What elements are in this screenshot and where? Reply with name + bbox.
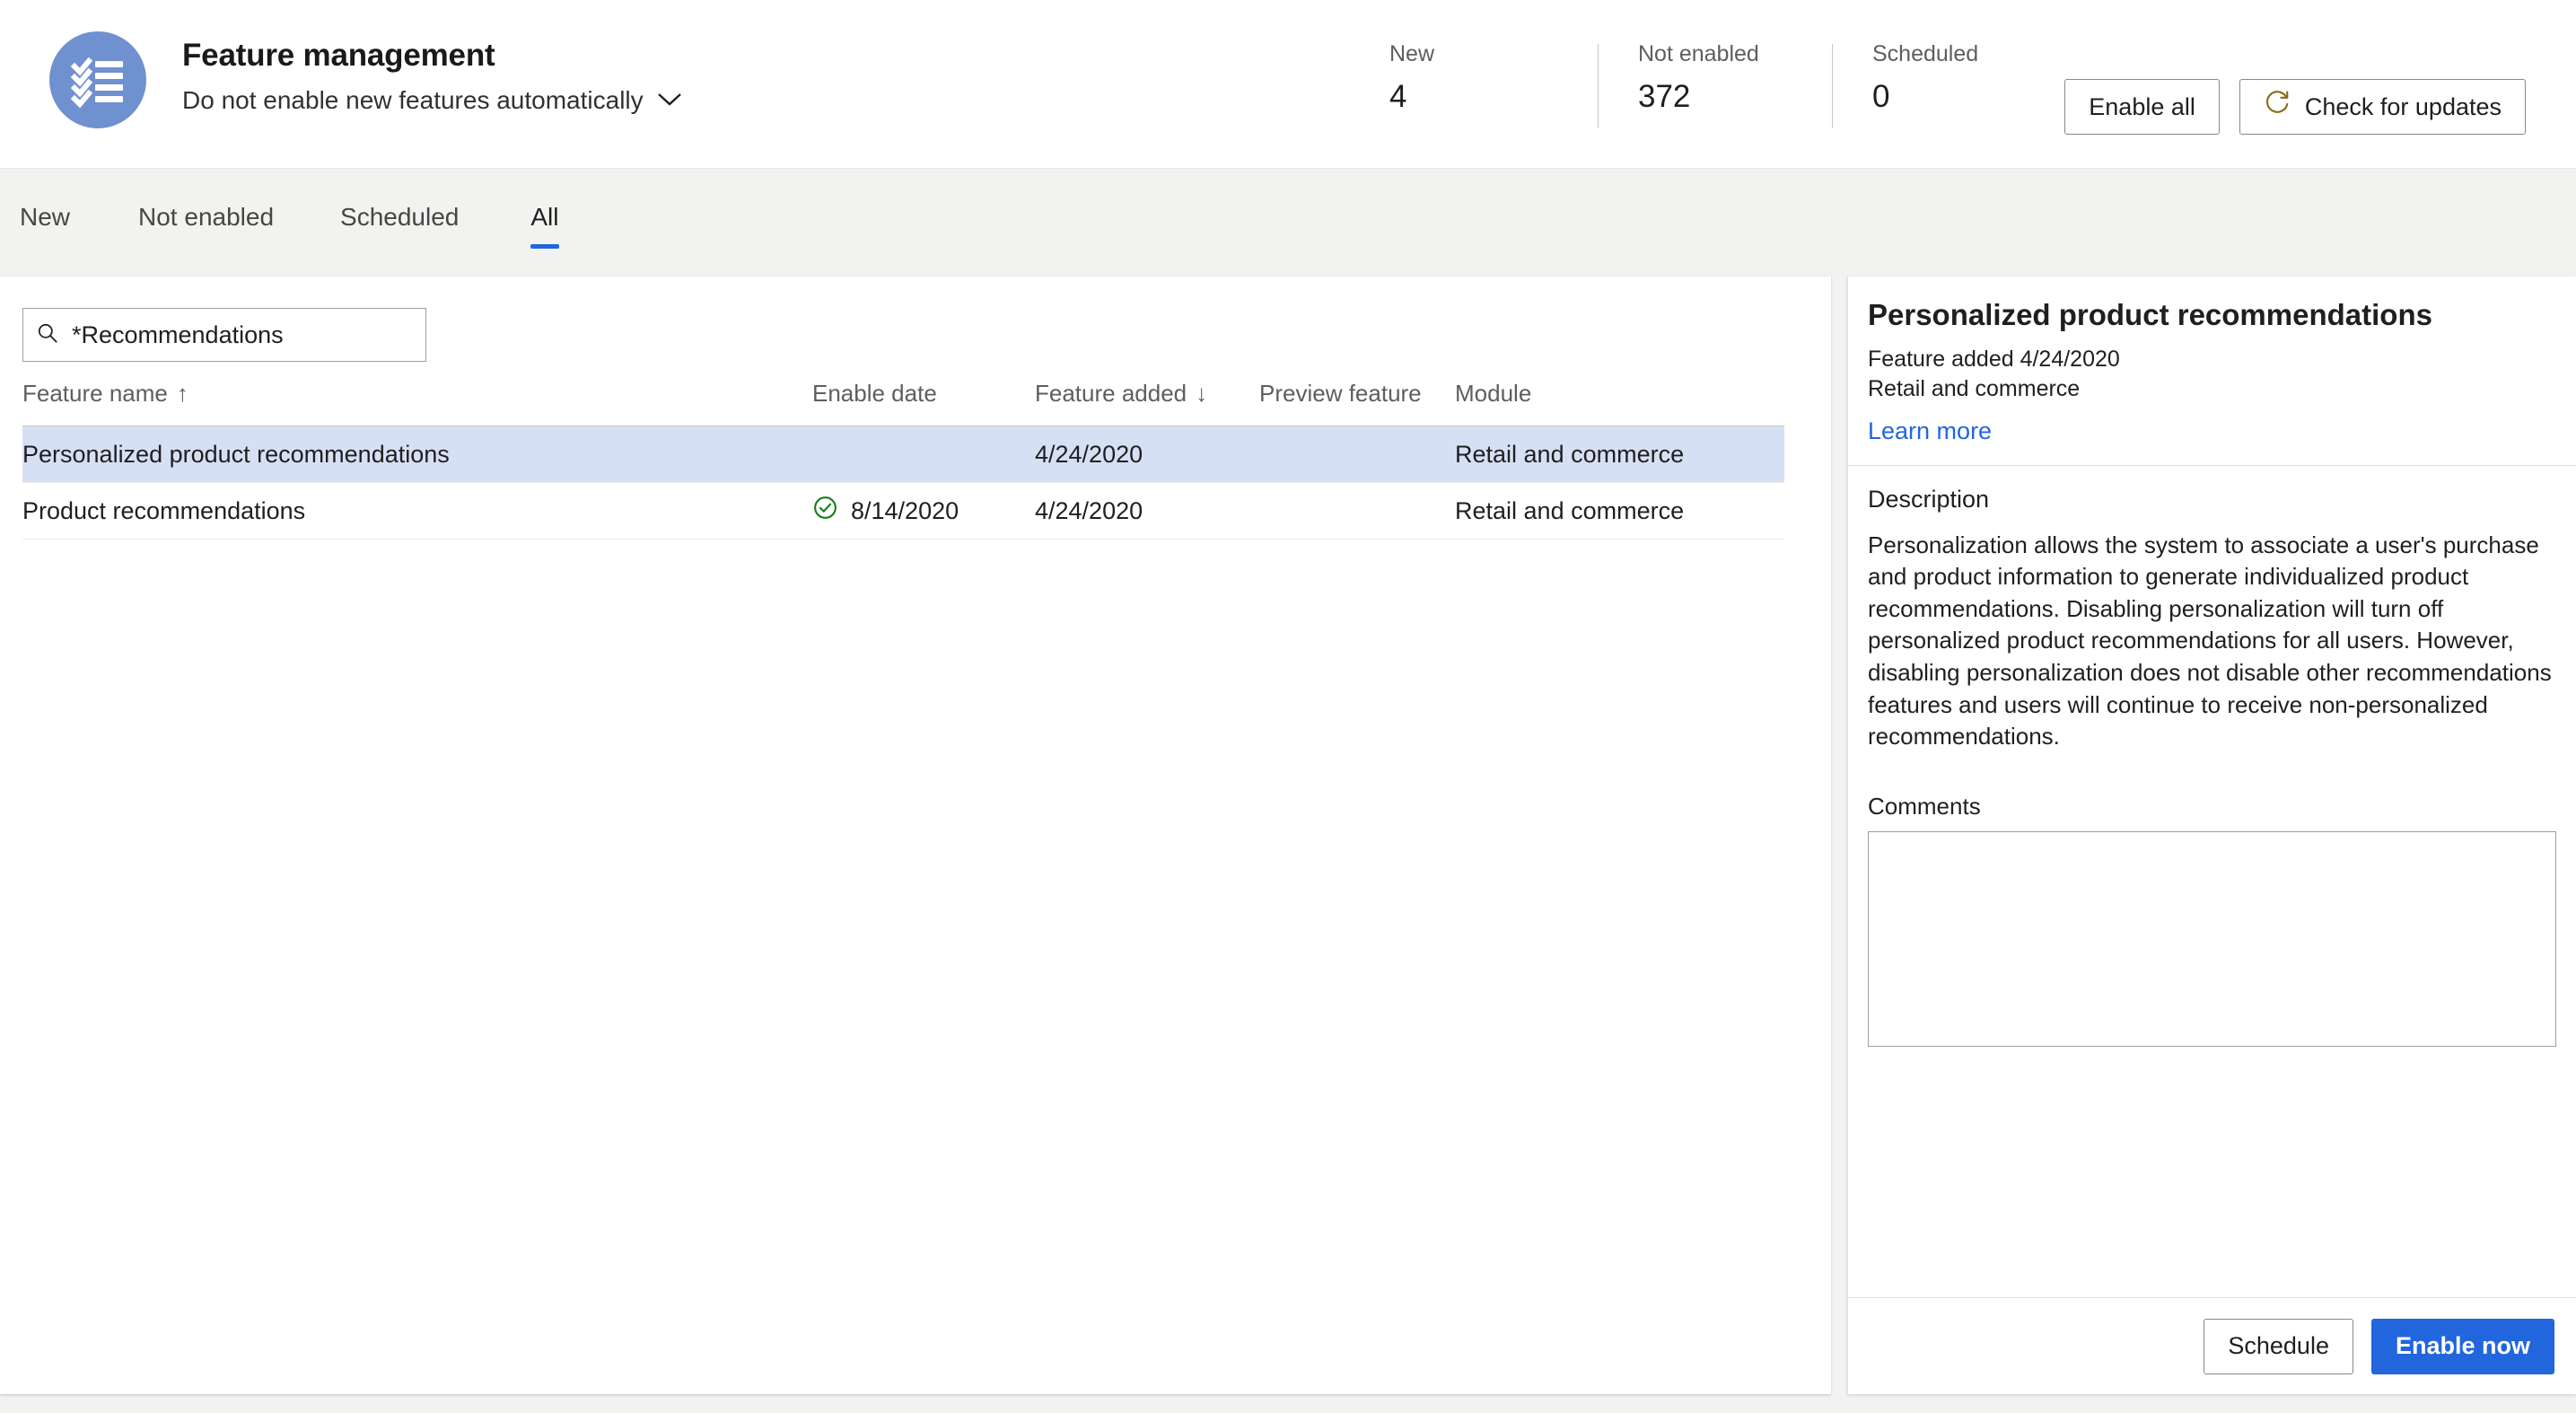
check-circle-icon bbox=[812, 495, 838, 527]
auto-enable-dropdown[interactable]: Do not enable new features automatically bbox=[182, 86, 683, 115]
column-header-module[interactable]: Module bbox=[1455, 380, 1742, 408]
stats-summary: New 4 Not enabled 372 Scheduled 0 bbox=[1389, 41, 2036, 128]
feature-list-panel: Feature name ↑ Enable date Feature added… bbox=[0, 276, 1831, 1394]
sort-ascending-icon: ↑ bbox=[176, 380, 188, 407]
feature-checklist-icon bbox=[49, 31, 146, 128]
stat-not-enabled: Not enabled 372 bbox=[1599, 41, 1832, 128]
column-header-preview-feature[interactable]: Preview feature bbox=[1259, 380, 1455, 408]
feature-management-page: Feature management Do not enable new fea… bbox=[0, 0, 2576, 1413]
enable-all-button[interactable]: Enable all bbox=[2064, 79, 2220, 135]
tab-bar: New Not enabled Scheduled All bbox=[0, 169, 2576, 268]
details-header: Personalized product recommendations Fea… bbox=[1848, 276, 2576, 466]
search-box[interactable] bbox=[22, 308, 426, 362]
chevron-down-icon bbox=[656, 91, 683, 111]
enable-now-button[interactable]: Enable now bbox=[2370, 1318, 2554, 1374]
details-module: Retail and commerce bbox=[1868, 376, 2081, 402]
column-header-enable-date[interactable]: Enable date bbox=[812, 380, 1035, 408]
comments-input[interactable] bbox=[1868, 830, 2556, 1047]
refresh-icon bbox=[2264, 90, 2291, 124]
tab-new[interactable]: New bbox=[20, 169, 70, 232]
details-feature-added: Feature added 4/24/2020 bbox=[1868, 347, 2120, 372]
stat-not-enabled-label: Not enabled bbox=[1638, 41, 1759, 66]
stat-not-enabled-value: 372 bbox=[1638, 79, 1691, 114]
grid-header-row: Feature name ↑ Enable date Feature added… bbox=[22, 362, 1784, 426]
stat-new-value: 4 bbox=[1389, 79, 1407, 114]
stat-new: New 4 bbox=[1389, 41, 1598, 128]
column-header-feature-added[interactable]: Feature added ↓ bbox=[1035, 380, 1259, 408]
cell-feature-name: Personalized product recommendations bbox=[22, 440, 450, 468]
cell-module: Retail and commerce bbox=[1455, 440, 1685, 468]
cell-module: Retail and commerce bbox=[1455, 496, 1685, 524]
description-text: Personalization allows the system to ass… bbox=[1868, 531, 2552, 750]
cell-enable-date-text: 8/14/2020 bbox=[851, 496, 959, 524]
column-header-module-label: Module bbox=[1455, 380, 1532, 407]
search-icon bbox=[36, 321, 59, 349]
header-actions: Enable all Check for updates bbox=[2064, 79, 2526, 135]
column-header-feature-added-label: Feature added bbox=[1035, 380, 1187, 407]
tab-scheduled[interactable]: Scheduled bbox=[340, 169, 459, 232]
stat-scheduled: Scheduled 0 bbox=[1833, 41, 2036, 128]
check-for-updates-button[interactable]: Check for updates bbox=[2239, 79, 2526, 135]
table-row[interactable]: Product recommendations 8/14/2020 4/24/2… bbox=[22, 483, 1784, 540]
sort-descending-icon: ↓ bbox=[1196, 380, 1208, 407]
column-header-preview-feature-label: Preview feature bbox=[1259, 380, 1422, 407]
table-row[interactable]: Personalized product recommendations 4/2… bbox=[22, 426, 1784, 483]
tab-not-enabled[interactable]: Not enabled bbox=[138, 169, 274, 232]
cell-feature-name: Product recommendations bbox=[22, 496, 306, 524]
details-body: Description Personalization allows the s… bbox=[1848, 466, 2576, 1298]
column-header-enable-date-label: Enable date bbox=[812, 380, 937, 407]
page-title: Feature management bbox=[182, 38, 495, 73]
tab-all[interactable]: All bbox=[530, 169, 559, 249]
stat-new-label: New bbox=[1389, 41, 1435, 66]
column-header-feature-name-label: Feature name bbox=[22, 380, 168, 407]
page-header: Feature management Do not enable new fea… bbox=[0, 0, 2576, 169]
schedule-button[interactable]: Schedule bbox=[2204, 1318, 2353, 1374]
cell-enable-date: 8/14/2020 bbox=[812, 495, 1035, 527]
details-footer: Schedule Enable now bbox=[1848, 1297, 2576, 1394]
comments-label: Comments bbox=[1868, 792, 1981, 820]
feature-grid: Feature name ↑ Enable date Feature added… bbox=[22, 362, 1784, 1413]
stat-scheduled-value: 0 bbox=[1872, 79, 1890, 114]
feature-details-panel: Personalized product recommendations Fea… bbox=[1847, 276, 2576, 1394]
details-title: Personalized product recommendations bbox=[1868, 298, 2432, 331]
check-for-updates-label: Check for updates bbox=[2304, 92, 2502, 120]
description-label: Description bbox=[1868, 485, 1990, 513]
learn-more-link[interactable]: Learn more bbox=[1868, 417, 1992, 445]
cell-feature-added: 4/24/2020 bbox=[1035, 440, 1143, 468]
auto-enable-label: Do not enable new features automatically bbox=[182, 86, 644, 114]
search-input[interactable] bbox=[72, 320, 413, 349]
cell-feature-added: 4/24/2020 bbox=[1035, 496, 1143, 524]
stat-scheduled-label: Scheduled bbox=[1872, 41, 1979, 66]
column-header-feature-name[interactable]: Feature name ↑ bbox=[22, 380, 812, 408]
